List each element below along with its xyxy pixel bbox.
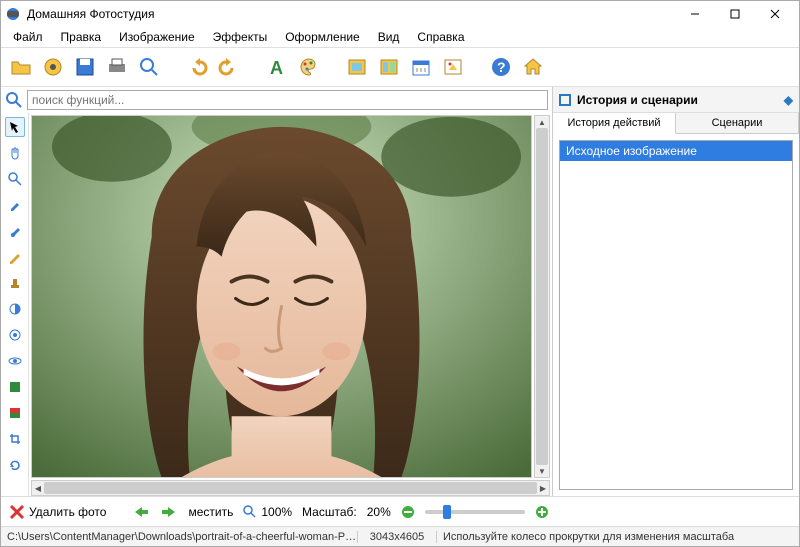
zoom-in-button[interactable] bbox=[535, 505, 549, 519]
tab-history[interactable]: История действий bbox=[553, 113, 676, 134]
scroll-down-icon[interactable]: ▼ bbox=[535, 465, 549, 477]
scale-value: 20% bbox=[367, 505, 391, 519]
history-panel: История и сценарии ◆ История действий Сц… bbox=[552, 87, 799, 496]
zoom-slider[interactable] bbox=[425, 510, 525, 514]
color2-tool-icon[interactable] bbox=[5, 403, 25, 423]
hand-tool-icon[interactable] bbox=[5, 143, 25, 163]
image-canvas[interactable] bbox=[31, 115, 532, 478]
search-icon bbox=[5, 91, 23, 109]
search-row bbox=[1, 87, 552, 113]
bottom-bar: Удалить фото местить 100% Масштаб: 20% bbox=[1, 496, 799, 526]
zoom-100-label: 100% bbox=[261, 505, 292, 519]
undo-icon[interactable] bbox=[183, 53, 211, 81]
scroll-thumb[interactable] bbox=[536, 128, 548, 465]
status-bar: C:\Users\ContentManager\Downloads\portra… bbox=[1, 526, 799, 546]
calendar-icon[interactable] bbox=[407, 53, 435, 81]
svg-text:A: A bbox=[270, 58, 283, 78]
next-button[interactable] bbox=[160, 505, 178, 519]
history-item[interactable]: Исходное изображение bbox=[560, 141, 792, 161]
print-icon[interactable] bbox=[103, 53, 131, 81]
color1-tool-icon[interactable] bbox=[5, 377, 25, 397]
redo-icon[interactable] bbox=[215, 53, 243, 81]
pin-icon[interactable]: ◆ bbox=[784, 93, 793, 107]
horizontal-scrollbar[interactable]: ◀ ▶ bbox=[31, 480, 550, 496]
rotate-tool-icon[interactable] bbox=[5, 455, 25, 475]
scale-label: Масштаб: bbox=[302, 505, 357, 519]
delete-photo-button[interactable]: Удалить фото bbox=[9, 504, 106, 520]
menu-image[interactable]: Изображение bbox=[111, 28, 203, 46]
panel-title: История и сценарии bbox=[577, 93, 698, 107]
panel-icon bbox=[559, 94, 571, 106]
zoom-slider-knob[interactable] bbox=[443, 505, 451, 519]
zoom-out-button[interactable] bbox=[401, 505, 415, 519]
tab-scenarios[interactable]: Сценарии bbox=[676, 113, 799, 133]
prev-button[interactable] bbox=[132, 505, 150, 519]
left-toolbox bbox=[1, 113, 29, 496]
close-button[interactable] bbox=[755, 3, 795, 25]
main-toolbar: A ? bbox=[1, 47, 799, 87]
scroll-up-icon[interactable]: ▲ bbox=[535, 116, 549, 128]
eye-tool-icon[interactable] bbox=[5, 351, 25, 371]
panel-tabs: История действий Сценарии bbox=[553, 113, 799, 134]
collage-icon[interactable] bbox=[375, 53, 403, 81]
menu-file[interactable]: Файл bbox=[5, 28, 51, 46]
menu-edit[interactable]: Правка bbox=[53, 28, 110, 46]
status-dimensions: 3043x4605 bbox=[357, 531, 437, 543]
search-input[interactable] bbox=[27, 90, 548, 110]
menu-design[interactable]: Оформление bbox=[277, 28, 367, 46]
contrast-tool-icon[interactable] bbox=[5, 299, 25, 319]
app-icon bbox=[5, 6, 21, 22]
zoom-icon[interactable] bbox=[135, 53, 163, 81]
save-icon[interactable] bbox=[71, 53, 99, 81]
menu-bar: Файл Правка Изображение Эффекты Оформлен… bbox=[1, 27, 799, 47]
title-bar: Домашняя Фотостудия bbox=[1, 1, 799, 27]
home-icon[interactable] bbox=[519, 53, 547, 81]
status-path: C:\Users\ContentManager\Downloads\portra… bbox=[7, 531, 357, 543]
menu-effects[interactable]: Эффекты bbox=[205, 28, 276, 46]
menu-help[interactable]: Справка bbox=[409, 28, 472, 46]
dropper-tool-icon[interactable] bbox=[5, 195, 25, 215]
palette-icon[interactable] bbox=[295, 53, 323, 81]
frames-icon[interactable] bbox=[343, 53, 371, 81]
stamp-tool-icon[interactable] bbox=[5, 273, 25, 293]
brightness-tool-icon[interactable] bbox=[5, 325, 25, 345]
zoom-100-button[interactable]: 100% bbox=[243, 505, 292, 519]
minimize-button[interactable] bbox=[675, 3, 715, 25]
zoom-tool-icon[interactable] bbox=[5, 169, 25, 189]
cursor-tool-icon[interactable] bbox=[5, 117, 25, 137]
status-hint: Используйте колесо прокрутки для изменен… bbox=[437, 531, 793, 543]
pencil-tool-icon[interactable] bbox=[5, 247, 25, 267]
window-title: Домашняя Фотостудия bbox=[27, 7, 675, 21]
scroll-thumb-h[interactable] bbox=[44, 482, 537, 494]
brush-tool-icon[interactable] bbox=[5, 221, 25, 241]
open-icon[interactable] bbox=[7, 53, 35, 81]
fit-label[interactable]: местить bbox=[188, 505, 233, 519]
help-icon[interactable]: ? bbox=[487, 53, 515, 81]
scroll-right-icon[interactable]: ▶ bbox=[537, 481, 549, 495]
svg-text:?: ? bbox=[497, 59, 506, 75]
text-icon[interactable]: A bbox=[263, 53, 291, 81]
scroll-left-icon[interactable]: ◀ bbox=[32, 481, 44, 495]
crop-tool-icon[interactable] bbox=[5, 429, 25, 449]
vertical-scrollbar[interactable]: ▲ ▼ bbox=[534, 115, 550, 478]
maximize-button[interactable] bbox=[715, 3, 755, 25]
camera-icon[interactable] bbox=[39, 53, 67, 81]
postcard-icon[interactable] bbox=[439, 53, 467, 81]
history-list[interactable]: Исходное изображение bbox=[559, 140, 793, 490]
delete-label: Удалить фото bbox=[29, 505, 106, 519]
menu-view[interactable]: Вид bbox=[370, 28, 408, 46]
